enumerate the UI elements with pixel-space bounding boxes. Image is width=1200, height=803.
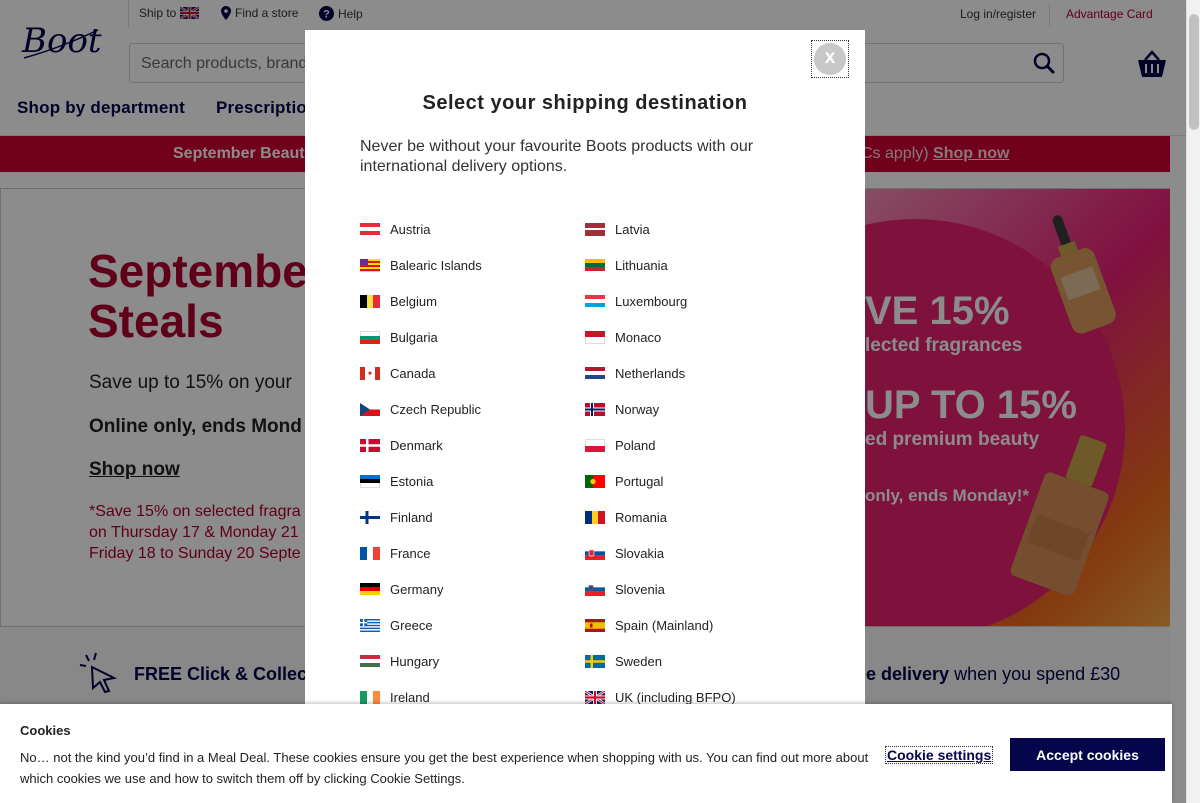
slovenia-flag-icon xyxy=(585,582,605,596)
country-link[interactable]: Estonia xyxy=(360,471,433,491)
country-name: Germany xyxy=(390,581,444,597)
country-name: Balearic Islands xyxy=(390,257,482,273)
country-link[interactable]: Hungary xyxy=(360,651,439,671)
country-link[interactable]: Latvia xyxy=(585,219,650,239)
country-link[interactable]: Netherlands xyxy=(585,363,685,383)
country-name: Monaco xyxy=(615,329,662,345)
country-link[interactable]: ✦ Canada xyxy=(360,363,436,383)
country-link[interactable]: Slovakia xyxy=(585,543,664,563)
canada-flag-icon: ✦ xyxy=(360,366,380,380)
country-name: Estonia xyxy=(390,473,434,489)
country-link[interactable]: Finland xyxy=(360,507,433,527)
belgium-flag-icon xyxy=(360,294,380,308)
page-scrollbar[interactable] xyxy=(1186,0,1200,803)
accept-cookies-button[interactable]: Accept cookies xyxy=(1010,738,1165,771)
greece-flag-icon xyxy=(360,618,380,632)
country-name: Canada xyxy=(390,365,436,381)
country-name: Finland xyxy=(390,509,433,525)
cookie-description: No… not the kind you’d find in a Meal De… xyxy=(20,750,869,786)
country-name: Belgium xyxy=(390,293,437,309)
country-link[interactable]: Spain (Mainland) xyxy=(585,615,713,635)
country-link[interactable]: Norway xyxy=(585,399,659,419)
shipping-destination-modal: x Select your shipping destination Never… xyxy=(305,30,865,730)
cookie-title: Cookies xyxy=(20,723,71,738)
country-link[interactable]: Germany xyxy=(360,579,443,599)
close-modal-button[interactable]: x xyxy=(811,40,849,78)
country-name: Greece xyxy=(390,617,433,633)
country-name: UK (including BFPO) xyxy=(615,689,736,705)
country-link[interactable]: Lithuania xyxy=(585,255,668,275)
country-link[interactable]: France xyxy=(360,543,430,563)
germany-flag-icon xyxy=(360,582,380,596)
country-link[interactable]: Czech Republic xyxy=(360,399,481,419)
monaco-flag-icon xyxy=(585,330,605,344)
country-name: Czech Republic xyxy=(390,401,482,417)
poland-flag-icon xyxy=(585,438,605,452)
romania-flag-icon xyxy=(585,510,605,524)
country-name: France xyxy=(390,545,431,561)
sweden-flag-icon xyxy=(585,654,605,668)
country-name: Denmark xyxy=(390,437,443,453)
luxembourg-flag-icon xyxy=(585,294,605,308)
scrollbar-thumb[interactable] xyxy=(1189,14,1199,130)
country-link[interactable]: Bulgaria xyxy=(360,327,438,347)
country-name: Sweden xyxy=(615,653,662,669)
country-link[interactable]: Balearic Islands xyxy=(360,255,482,275)
estonia-flag-icon xyxy=(360,474,380,488)
country-name: Luxembourg xyxy=(615,293,688,309)
country-link[interactable]: Sweden xyxy=(585,651,662,671)
norway-flag-icon xyxy=(585,402,605,416)
country-name: Portugal xyxy=(615,473,664,489)
country-name: Ireland xyxy=(390,689,430,705)
country-name: Norway xyxy=(615,401,660,417)
modal-title: Select your shipping destination xyxy=(422,92,748,114)
close-icon: x xyxy=(814,43,846,75)
lithuania-flag-icon xyxy=(585,258,605,272)
balearic-islands-flag-icon xyxy=(360,258,380,272)
country-link[interactable]: Portugal xyxy=(585,471,663,491)
country-link[interactable]: Romania xyxy=(585,507,667,527)
ireland-flag-icon xyxy=(360,690,380,704)
country-name: Austria xyxy=(390,221,431,237)
country-link[interactable]: Greece xyxy=(360,615,433,635)
spain-flag-icon xyxy=(585,618,605,632)
uk-flag-icon xyxy=(585,690,605,704)
cookie-settings-link[interactable]: Cookie settings xyxy=(884,746,994,764)
country-name: Hungary xyxy=(390,653,440,669)
austria-flag-icon xyxy=(360,222,380,236)
country-link[interactable]: Monaco xyxy=(585,327,661,347)
country-name: Slovakia xyxy=(615,545,665,561)
country-name: Latvia xyxy=(615,221,650,237)
hungary-flag-icon xyxy=(360,654,380,668)
denmark-flag-icon xyxy=(360,438,380,452)
country-name: Lithuania xyxy=(615,257,668,273)
country-link[interactable]: Luxembourg xyxy=(585,291,687,311)
country-name: Netherlands xyxy=(615,365,686,381)
finland-flag-icon xyxy=(360,510,380,524)
country-link[interactable]: Poland xyxy=(585,435,655,455)
country-link[interactable]: Austria xyxy=(360,219,430,239)
country-name: Romania xyxy=(615,509,668,525)
country-link[interactable]: Slovenia xyxy=(585,579,665,599)
netherlands-flag-icon xyxy=(585,366,605,380)
czech-republic-flag-icon xyxy=(360,402,380,416)
france-flag-icon xyxy=(360,546,380,560)
modal-intro: Never be without your favourite Boots pr… xyxy=(360,138,754,175)
cookie-banner: Cookies No… not the kind you’d find in a… xyxy=(0,704,1172,803)
bulgaria-flag-icon xyxy=(360,330,380,344)
latvia-flag-icon xyxy=(585,222,605,236)
country-name: Bulgaria xyxy=(390,329,438,345)
country-name: Poland xyxy=(615,437,656,453)
country-link[interactable]: Denmark xyxy=(360,435,443,455)
slovakia-flag-icon xyxy=(585,546,605,560)
portugal-flag-icon xyxy=(585,474,605,488)
country-name: Spain (Mainland) xyxy=(615,617,714,633)
country-name: Slovenia xyxy=(615,581,665,597)
country-link[interactable]: Belgium xyxy=(360,291,437,311)
